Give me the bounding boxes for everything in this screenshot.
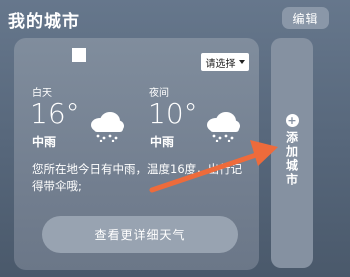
night-temperature: 10° [148, 97, 198, 130]
day-temperature: 16° [30, 97, 80, 130]
chevron-down-icon [238, 60, 245, 64]
city-image-placeholder [72, 48, 86, 62]
plus-circle-icon: + [285, 114, 299, 127]
weather-tip: 您所在地今日有中雨，温度16度，出行记得带伞哦; [32, 162, 243, 193]
rain-cloud-icon [91, 112, 124, 142]
city-select-label: 请选择 [205, 58, 236, 70]
view-detailed-weather-button[interactable]: 查看更详细天气 [42, 216, 238, 253]
edit-button[interactable]: 编辑 [282, 7, 329, 29]
weather-card: 请选择 白天 16° 中雨 夜间 10° 中雨 您所在地今日有中雨，温度16度，… [14, 38, 259, 270]
my-cities-screen: 我的城市 编辑 请选择 白天 16° 中雨 夜间 10° 中雨 您所在地今日有中… [0, 0, 350, 277]
add-city-button[interactable]: + 添加城市 [271, 38, 313, 268]
rain-cloud-icon [207, 112, 240, 142]
add-city-label: 添加城市 [284, 131, 299, 187]
night-condition: 中雨 [150, 135, 175, 149]
day-condition: 中雨 [32, 135, 57, 149]
page-title: 我的城市 [8, 12, 80, 32]
city-select-dropdown[interactable]: 请选择 [201, 53, 249, 71]
